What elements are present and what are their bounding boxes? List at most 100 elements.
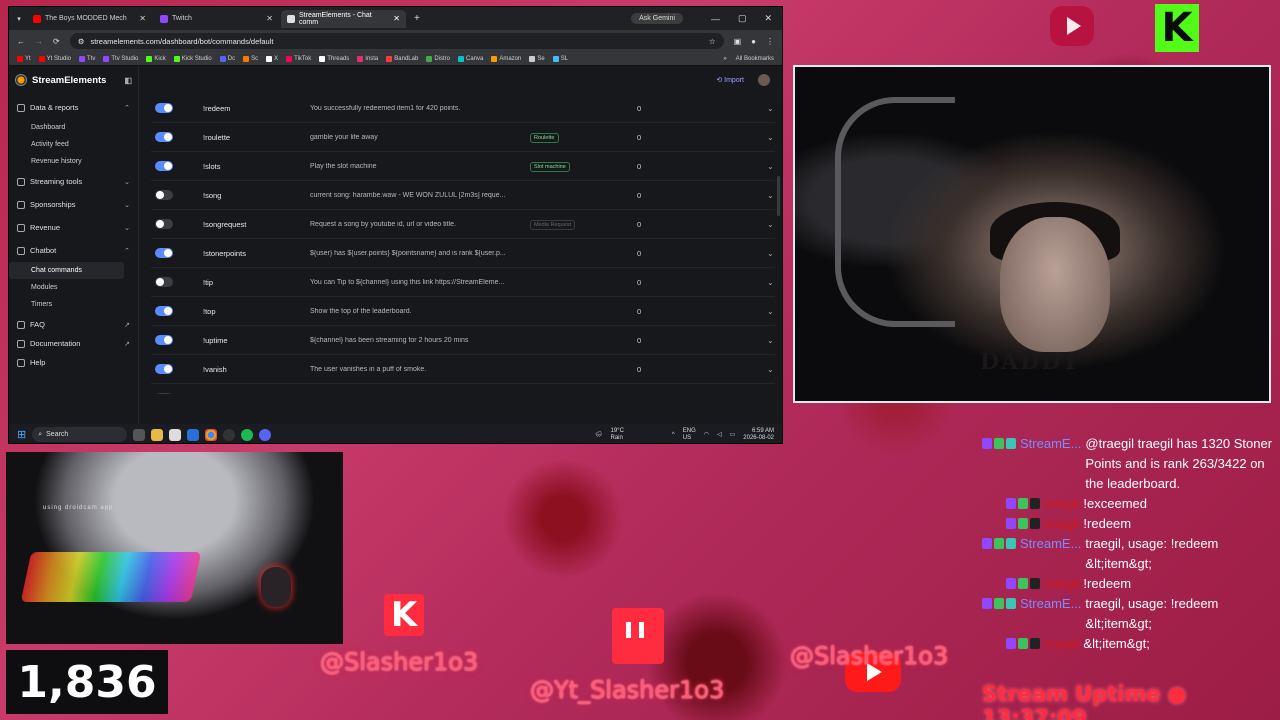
chevron-down-icon[interactable]: ⌄: [767, 133, 782, 142]
import-button[interactable]: ⟲ Import: [716, 76, 744, 84]
command-toggle[interactable]: [155, 132, 173, 142]
chevron-up-icon[interactable]: ^: [672, 432, 675, 438]
sidebar-section-chatbot[interactable]: Chatbot ⌃: [9, 239, 138, 262]
browser-tab[interactable]: The Boys MODDED Mech ✕: [27, 10, 152, 28]
chevron-down-icon[interactable]: ⌄: [767, 249, 782, 258]
chevron-down-icon[interactable]: ⌄: [767, 365, 782, 374]
store-icon[interactable]: [169, 428, 182, 441]
chevron-down-icon[interactable]: ⌄: [767, 307, 782, 316]
command-row[interactable]: !songrequest Request a song by youtube id…: [151, 210, 775, 239]
user-avatar[interactable]: [758, 74, 770, 86]
windows-start-icon[interactable]: ⊞: [17, 428, 26, 441]
brand[interactable]: StreamElements ◧: [9, 74, 138, 96]
wifi-icon[interactable]: ◠: [704, 431, 709, 438]
bookmark-item[interactable]: Yt Studio: [38, 55, 71, 62]
bookmark-item[interactable]: TikTok: [286, 55, 311, 62]
command-toggle[interactable]: [155, 393, 173, 394]
back-icon[interactable]: ←: [17, 37, 25, 46]
command-row[interactable]: !tip You can Tip to ${channel} using this…: [151, 268, 775, 297]
bookmark-item[interactable]: Kick: [146, 55, 166, 62]
taskbar-search[interactable]: ⌕ Search: [32, 427, 128, 442]
command-row[interactable]: !roulette gamble your life away Roulette 0 ⌄: [151, 123, 775, 152]
chevron-down-icon[interactable]: ⌄: [767, 336, 782, 345]
all-bookmarks-link[interactable]: All Bookmarks: [736, 56, 774, 62]
bookmark-item[interactable]: X: [266, 55, 278, 62]
bookmark-item[interactable]: Amazon: [491, 55, 521, 62]
close-icon[interactable]: ✕: [764, 13, 772, 24]
bookmark-item[interactable]: Sc: [243, 55, 258, 62]
bookmark-item[interactable]: Canva: [457, 55, 483, 62]
bookmark-item[interactable]: Dc: [219, 55, 235, 62]
bookmark-item[interactable]: Insta: [357, 55, 378, 62]
tab-close-icon[interactable]: ✕: [266, 14, 273, 23]
command-toggle[interactable]: [155, 219, 173, 229]
app-icon[interactable]: [187, 428, 200, 441]
command-row[interactable]: !vanish The user vanishes in a puff of sm…: [151, 355, 775, 384]
file-explorer-icon[interactable]: [151, 428, 164, 441]
reload-icon[interactable]: ⟳: [53, 37, 60, 46]
scrollbar[interactable]: [777, 176, 780, 216]
sidebar-link-faq[interactable]: FAQ ↗: [9, 315, 138, 334]
language-indicator[interactable]: ENG US: [683, 428, 696, 442]
command-row[interactable]: !top Show the top of the leaderboard. 0 ⌄: [151, 297, 775, 326]
sidebar-section-streaming-tools[interactable]: Streaming tools ⌄: [9, 170, 138, 193]
chrome-icon[interactable]: [205, 428, 218, 441]
sidebar-item-timers[interactable]: Timers: [9, 296, 138, 313]
browser-tab[interactable]: StreamElements - Chat comm ✕: [281, 9, 406, 28]
bookmark-item[interactable]: SL: [552, 55, 568, 62]
steam-icon[interactable]: [223, 428, 236, 441]
bookmark-item[interactable]: Yt: [17, 55, 31, 62]
chevron-down-icon[interactable]: ⌄: [767, 104, 782, 113]
sidebar-link-documentation[interactable]: Documentation ↗: [9, 334, 138, 353]
sidebar-item-chat-commands[interactable]: Chat commands: [9, 262, 124, 279]
bookmark-item[interactable]: Ttv Studio: [103, 55, 138, 62]
chevron-down-icon[interactable]: ⌄: [767, 394, 782, 395]
browser-menu-icon[interactable]: ⋮: [766, 37, 774, 46]
chevron-down-icon[interactable]: ⌄: [767, 220, 782, 229]
chevron-down-icon[interactable]: ⌄: [767, 278, 782, 287]
extensions-icon[interactable]: ▣: [734, 37, 742, 46]
new-tab-button[interactable]: +: [408, 13, 426, 24]
bookmarks-overflow-icon[interactable]: »: [723, 56, 726, 62]
task-view-icon[interactable]: [133, 428, 146, 441]
bookmark-item[interactable]: BandLab: [386, 55, 418, 62]
command-toggle[interactable]: [155, 161, 173, 171]
bookmark-star-icon[interactable]: ☆: [709, 37, 716, 46]
sidebar-section-data-reports[interactable]: Data & reports ⌃: [9, 96, 138, 119]
weather-icon[interactable]: 🌧: [595, 431, 603, 438]
sidebar-link-help[interactable]: Help: [9, 353, 138, 372]
volume-icon[interactable]: ◁: [717, 431, 722, 438]
spotify-icon[interactable]: [241, 428, 254, 441]
command-toggle[interactable]: [155, 364, 173, 374]
url-input[interactable]: ⚙ streamelements.com/dashboard/bot/comma…: [69, 33, 724, 49]
command-toggle[interactable]: [155, 335, 173, 345]
bookmark-item[interactable]: Kick Studio: [173, 55, 212, 62]
command-toggle[interactable]: [155, 277, 173, 287]
command-toggle[interactable]: [155, 248, 173, 258]
sidebar-item-modules[interactable]: Modules: [9, 279, 138, 296]
command-row[interactable]: !volumeChange the songrequest volume0⌄: [151, 384, 775, 394]
tab-close-icon[interactable]: ✕: [393, 14, 400, 23]
collapse-sidebar-icon[interactable]: ◧: [124, 76, 132, 85]
discord-icon[interactable]: [259, 428, 272, 441]
forward-icon[interactable]: →: [35, 37, 43, 46]
sidebar-item-dashboard[interactable]: Dashboard: [9, 119, 138, 136]
command-row[interactable]: !uptime ${channel} has been streaming for…: [151, 326, 775, 355]
minimize-icon[interactable]: —: [711, 14, 720, 24]
chevron-down-icon[interactable]: ⌄: [767, 191, 782, 200]
ask-gemini-button[interactable]: Ask Gemini: [631, 13, 683, 24]
sidebar-section-revenue[interactable]: Revenue ⌄: [9, 216, 138, 239]
sidebar-section-sponsorships[interactable]: Sponsorships ⌄: [9, 193, 138, 216]
command-row[interactable]: !redeem You successfully redeemed item1 f…: [151, 94, 775, 123]
battery-icon[interactable]: ▭: [730, 431, 736, 438]
maximize-icon[interactable]: ▢: [738, 13, 747, 24]
sidebar-item-revenue-history[interactable]: Revenue history: [9, 153, 138, 170]
profile-avatar[interactable]: ●: [751, 37, 756, 46]
sidebar-item-activity-feed[interactable]: Activity feed: [9, 136, 138, 153]
bookmark-item[interactable]: Se: [529, 55, 545, 62]
chevron-down-icon[interactable]: ⌄: [767, 162, 782, 171]
command-toggle[interactable]: [155, 190, 173, 200]
bookmark-item[interactable]: Distro: [426, 55, 450, 62]
bookmark-item[interactable]: Ttv: [79, 55, 95, 62]
bookmark-item[interactable]: Threads: [319, 55, 349, 62]
